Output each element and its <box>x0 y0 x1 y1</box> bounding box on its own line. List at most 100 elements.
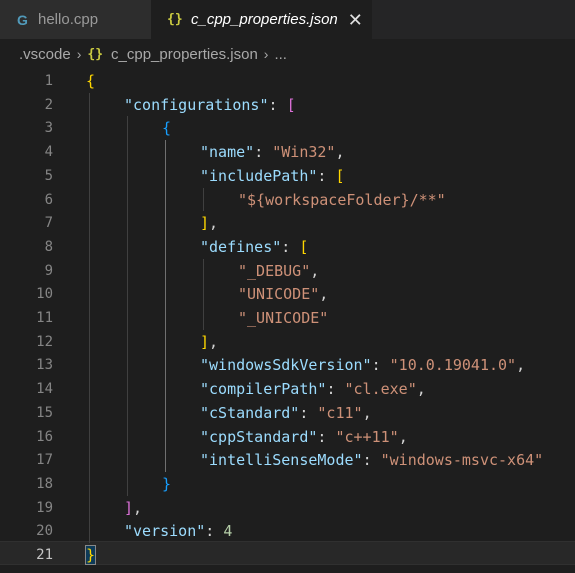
code-line: 20 "version": 4 <box>0 519 575 543</box>
code-content: ], <box>200 211 218 235</box>
code-token: : <box>362 451 381 470</box>
code-token: "intelliSenseMode" <box>200 451 363 470</box>
code-token: "cppStandard" <box>200 427 318 446</box>
code-line: 15 "cStandard": "c11", <box>0 401 575 425</box>
code-token: : <box>205 522 224 541</box>
code-token: "windows-msvc-x64" <box>380 451 544 470</box>
code-token: "c++11" <box>335 427 399 446</box>
tab-bar: G hello.cpp {} c_cpp_properties.json ✕ <box>0 0 575 39</box>
code-token: [ <box>335 166 345 185</box>
code-token: "cl.exe" <box>344 380 417 399</box>
line-number: 15 <box>36 404 53 421</box>
code-content: "cppStandard": "c++11", <box>200 425 408 449</box>
line-number: 10 <box>36 286 53 303</box>
code-line: 12], <box>0 330 575 354</box>
code-token: , <box>319 285 329 304</box>
code-content: "intelliSenseMode": "windows-msvc-x64" <box>200 448 543 472</box>
code-content: "_UNICODE" <box>238 306 328 330</box>
code-content: "name": "Win32", <box>200 140 345 164</box>
code-token: ] <box>200 214 210 233</box>
code-token: "name" <box>200 143 255 162</box>
line-number: 14 <box>36 381 53 398</box>
code-content: ], <box>124 496 142 520</box>
code-line: 11 "_UNICODE" <box>0 306 575 330</box>
code-token: "configurations" <box>124 95 269 114</box>
code-editor[interactable]: 1{2 "configurations": [3{4 "name": "Win32"… <box>0 69 575 573</box>
code-token: : <box>371 356 390 375</box>
line-number: 6 <box>44 191 53 208</box>
line-number: 11 <box>36 310 53 326</box>
code-token: , <box>133 498 143 517</box>
code-content: "_DEBUG", <box>238 259 319 283</box>
code-content: { <box>86 69 95 93</box>
code-content: "configurations": [ <box>124 93 296 117</box>
code-token: : <box>326 380 345 399</box>
breadcrumb-folder[interactable]: .vscode <box>19 46 71 63</box>
code-content: } <box>84 543 97 567</box>
breadcrumb-file[interactable]: c_cpp_properties.json <box>111 46 258 63</box>
code-token: "Win32" <box>272 143 336 162</box>
tab-c-cpp-properties-json[interactable]: {} c_cpp_properties.json ✕ <box>151 0 372 39</box>
code-content: } <box>162 472 171 496</box>
json-file-icon: {} <box>87 46 104 62</box>
code-line: 1{ <box>0 69 575 93</box>
line-number: 19 <box>36 499 53 516</box>
code-content: "UNICODE", <box>238 282 328 306</box>
close-icon[interactable]: ✕ <box>348 11 363 29</box>
code-token: "c11" <box>317 403 363 422</box>
code-line: 14 "compilerPath": "cl.exe", <box>0 377 575 401</box>
breadcrumb-symbols[interactable]: ... <box>274 46 287 63</box>
code-token: } <box>162 474 172 493</box>
tab-hello-cpp[interactable]: G hello.cpp <box>0 0 151 39</box>
code-content: "cStandard": "c11", <box>200 401 372 425</box>
code-token: "_DEBUG" <box>238 261 311 280</box>
code-token: , <box>209 332 219 351</box>
code-token: : <box>281 237 300 256</box>
code-line: 8 "defines": [ <box>0 235 575 259</box>
code-token: : <box>299 403 318 422</box>
indent-guide <box>203 258 204 330</box>
code-line: 2 "configurations": [ <box>0 93 575 117</box>
breadcrumb: .vscode › {} c_cpp_properties.json › ... <box>0 39 575 69</box>
code-line: 7], <box>0 211 575 235</box>
code-content: ], <box>200 330 218 354</box>
code-token: "defines" <box>200 237 282 256</box>
code-token: "10.0.19041.0" <box>389 356 517 375</box>
cpp-file-icon: G <box>17 11 28 28</box>
code-token: "compilerPath" <box>200 380 327 399</box>
code-content: { <box>162 116 171 140</box>
code-token: : <box>317 166 336 185</box>
code-token: [ <box>299 237 309 256</box>
code-content: "defines": [ <box>200 235 308 259</box>
code-line: 21} <box>0 543 575 567</box>
line-number: 18 <box>36 475 53 492</box>
code-token: "version" <box>124 522 206 541</box>
code-token: "cStandard" <box>200 403 300 422</box>
code-content: "includePath": [ <box>200 164 345 188</box>
tab-label: c_cpp_properties.json <box>191 11 338 28</box>
code-token: : <box>268 95 287 114</box>
indent-guide <box>203 187 204 212</box>
code-line: 6 "${workspaceFolder}/**" <box>0 188 575 212</box>
code-token: ] <box>200 332 210 351</box>
code-token: [ <box>286 95 296 114</box>
code-token: } <box>84 545 97 565</box>
code-token: : <box>254 143 273 162</box>
line-number: 20 <box>36 523 53 540</box>
code-line: 9 "_DEBUG", <box>0 259 575 283</box>
line-number: 2 <box>44 96 53 113</box>
code-content: "windowsSdkVersion": "10.0.19041.0", <box>200 353 525 377</box>
code-token: , <box>416 380 426 399</box>
code-token: , <box>398 427 408 446</box>
code-token: "includePath" <box>200 166 318 185</box>
code-content: "${workspaceFolder}/**" <box>238 188 446 212</box>
line-number: 8 <box>44 238 53 255</box>
code-line: 17 "intelliSenseMode": "windows-msvc-x64" <box>0 448 575 472</box>
line-number: 21 <box>36 547 53 563</box>
chevron-right-icon: › <box>263 46 269 62</box>
indent-guide <box>89 92 90 543</box>
code-token: , <box>516 356 526 375</box>
code-line: 16 "cppStandard": "c++11", <box>0 425 575 449</box>
code-token: "windowsSdkVersion" <box>200 356 372 375</box>
code-token: "_UNICODE" <box>238 309 329 327</box>
